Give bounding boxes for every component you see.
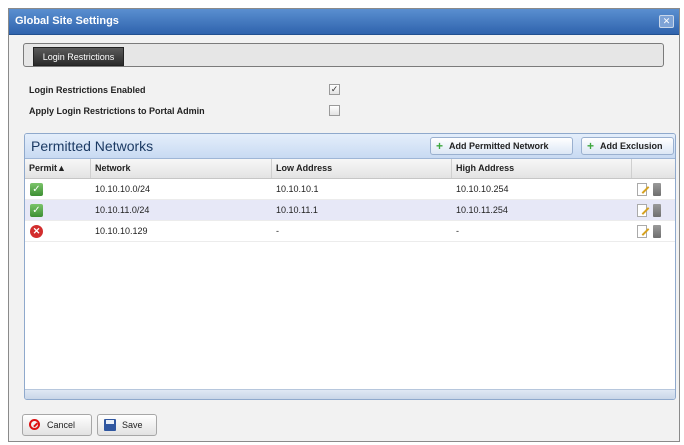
tab-strip: Login Restrictions [23,43,664,67]
dialog-titlebar[interactable]: Global Site Settings ✕ [9,9,679,35]
edit-icon[interactable] [637,204,647,217]
tab-login-restrictions[interactable]: Login Restrictions [33,47,124,66]
save-icon [104,419,116,431]
delete-icon[interactable] [653,204,661,217]
table-row[interactable]: ✓ 10.10.10.0/24 10.10.10.1 10.10.10.254 [25,179,675,200]
column-header-permit[interactable]: Permit▲ [25,159,91,178]
edit-icon[interactable] [637,225,647,238]
cancel-icon [29,419,40,430]
plus-icon: + [587,139,595,153]
save-label: Save [122,420,143,430]
permit-cell: ✓ [25,179,91,200]
close-icon[interactable]: ✕ [659,15,674,28]
grid-header: Permit▲ Network Low Address High Address [25,159,675,179]
plus-icon: + [436,139,444,153]
permit-cell: ✓ [25,200,91,221]
network-cell: 10.10.11.0/24 [95,205,150,215]
table-row[interactable]: ✓ 10.10.11.0/24 10.10.11.1 10.10.11.254 [25,200,675,221]
apply-to-portal-admin-label: Apply Login Restrictions to Portal Admin [29,106,205,116]
grid-footer-bar [25,389,675,399]
high-address-cell: 10.10.11.254 [456,205,508,215]
low-address-cell: - [276,226,279,236]
column-header-actions [632,159,675,178]
column-header-high-address[interactable]: High Address [452,159,632,178]
permit-cell: ✕ [25,221,91,242]
panel-header: Permitted Networks + Add Permitted Netwo… [25,134,675,159]
panel-title: Permitted Networks [31,138,154,154]
dialog-title: Global Site Settings [15,15,119,27]
deny-icon: ✕ [30,225,43,238]
cancel-button[interactable]: Cancel [22,414,92,436]
login-restrictions-enabled-label: Login Restrictions Enabled [29,85,146,95]
add-permitted-network-label: Add Permitted Network [449,141,549,151]
delete-icon[interactable] [653,225,661,238]
checkmark-icon: ✓ [30,204,43,217]
add-permitted-network-button[interactable]: + Add Permitted Network [430,137,573,155]
column-header-low-address[interactable]: Low Address [272,159,452,178]
cancel-label: Cancel [47,420,76,430]
add-exclusion-label: Add Exclusion [600,141,663,151]
add-exclusion-button[interactable]: + Add Exclusion [581,137,674,155]
high-address-cell: 10.10.10.254 [456,184,509,194]
table-row[interactable]: ✕ 10.10.10.129 - - [25,221,675,242]
network-cell: 10.10.10.129 [95,226,148,236]
permitted-networks-panel: Permitted Networks + Add Permitted Netwo… [24,133,676,400]
low-address-cell: 10.10.11.1 [276,205,318,215]
edit-icon[interactable] [637,183,647,196]
network-cell: 10.10.10.0/24 [95,184,151,194]
high-address-cell: - [456,226,459,236]
checkmark-icon: ✓ [30,183,43,196]
delete-icon[interactable] [653,183,661,196]
low-address-cell: 10.10.10.1 [276,184,319,194]
apply-to-portal-admin-checkbox[interactable] [329,105,340,116]
column-header-network[interactable]: Network [91,159,272,178]
global-site-settings-dialog: Global Site Settings ✕ Login Restriction… [8,8,680,442]
login-restrictions-enabled-checkbox[interactable]: ✓ [329,84,340,95]
save-button[interactable]: Save [97,414,157,436]
